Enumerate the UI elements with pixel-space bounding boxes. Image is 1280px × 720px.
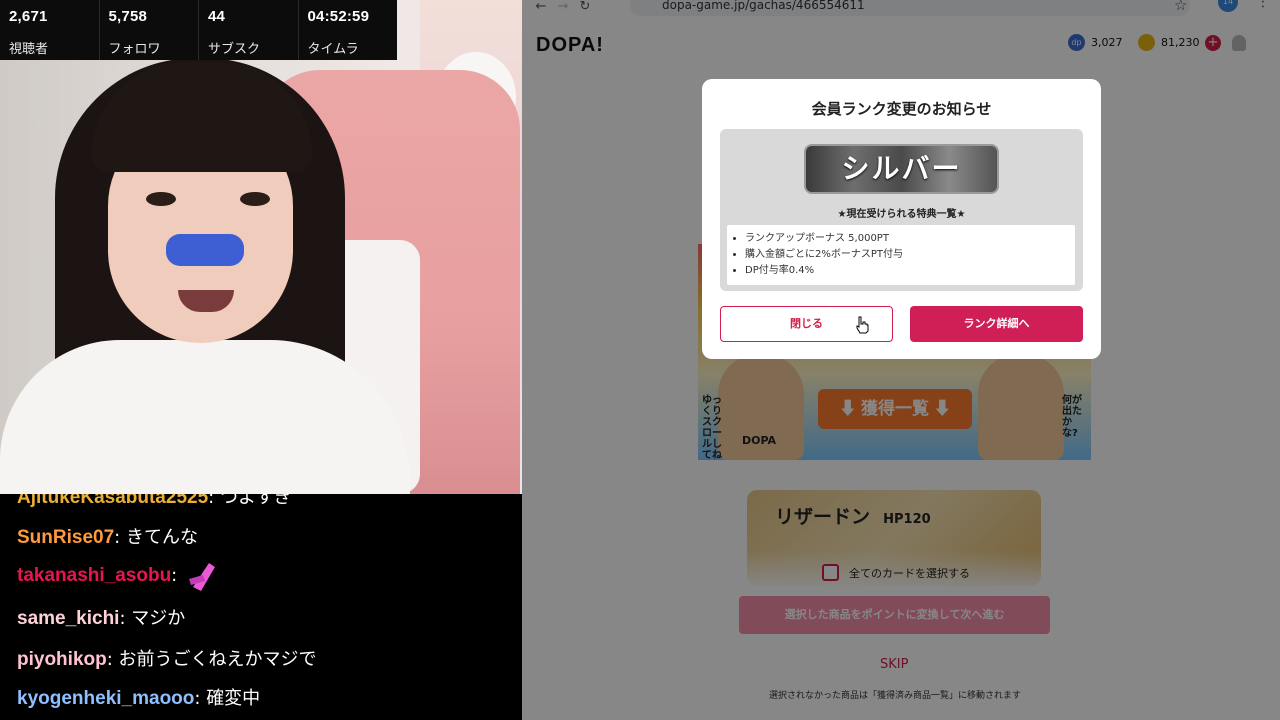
modal-title: 会員ランク変更のお知らせ	[811, 100, 992, 118]
stream-stats-bar: 2,671 視聴者 5,758 フォロワ 44 サブスク 04:52:59 タイ…	[0, 0, 397, 60]
chat-username: takanashi_asobu	[17, 565, 172, 586]
stat-viewers: 2,671 視聴者	[0, 0, 100, 60]
chat-username: same_kichi	[17, 608, 120, 629]
rank-detail-button[interactable]: ランク詳細へ	[910, 306, 1083, 342]
streamer-eye-right	[240, 192, 270, 206]
chat-message: SunRise07: きてんな	[17, 527, 198, 548]
stat-label: 視聴者	[9, 42, 49, 57]
rank-badge: シルバー	[804, 144, 999, 194]
chat-username: SunRise07	[17, 527, 115, 548]
stat-followers: 5,758 フォロワ	[100, 0, 199, 60]
chat-message: piyohikop: お前うごくねえかマジで	[17, 649, 317, 670]
perk-item: DP付与率0.4%	[745, 263, 1075, 279]
chat-text: きてんな	[125, 527, 198, 548]
chat-text: お前うごくねえかマジで	[118, 649, 317, 670]
chat-text: つよすぎ	[219, 494, 292, 508]
stream-screen: 2,671 視聴者 5,758 フォロワ 44 サブスク 04:52:59 タイ…	[0, 0, 1280, 720]
stat-value: 04:52:59	[307, 8, 370, 25]
chat-message: takanashi_asobu:	[17, 557, 221, 595]
rank-panel: シルバー ★現在受けられる特典一覧★ ランクアップボーナス 5,000PT 購入…	[720, 129, 1083, 291]
hand-cursor-icon	[856, 316, 869, 334]
perk-item: ランクアップボーナス 5,000PT	[745, 231, 1075, 247]
nose-sticker	[166, 234, 244, 266]
rank-change-modal: 会員ランク変更のお知らせ シルバー ★現在受けられる特典一覧★ ランクアップボー…	[702, 79, 1101, 359]
stat-value: 5,758	[108, 8, 148, 25]
stat-label: サブスク	[208, 42, 261, 57]
stat-subs: 44 サブスク	[199, 0, 299, 60]
streamer-shirt	[0, 340, 410, 494]
chat-message: AjitukeKasabuta2525: つよすぎ	[17, 494, 292, 509]
stat-value: 2,671	[9, 8, 48, 25]
stat-uptime: 04:52:59 タイムラ	[299, 0, 398, 60]
chat-message: same_kichi: マジか	[17, 608, 186, 629]
webcam-feed	[0, 0, 522, 494]
perks-heading: ★現在受けられる特典一覧★	[837, 209, 966, 220]
chat-overlay: AjitukeKasabuta2525: つよすぎ SunRise07: きてん…	[0, 494, 522, 720]
perks-list: ランクアップボーナス 5,000PT 購入金額ごとに2%ボーナスPT付与 DP付…	[727, 225, 1075, 285]
stat-label: フォロワ	[108, 42, 161, 57]
streamer-eye-left	[146, 192, 176, 206]
chat-text: マジか	[131, 608, 186, 629]
chat-message: kyogenheki_maooo: 確変中	[17, 688, 261, 709]
stat-label: タイムラ	[307, 42, 359, 57]
chat-username: AjitukeKasabuta2525	[17, 494, 209, 508]
stat-value: 44	[208, 8, 226, 25]
browser-window: ← → ↻ dopa-game.jp/gachas/466554611 ☆ 14…	[522, 0, 1280, 720]
chat-username: piyohikop	[17, 649, 107, 670]
chat-text: 確変中	[206, 688, 261, 709]
chat-username: kyogenheki_maooo	[17, 688, 195, 709]
emote-icon	[188, 563, 215, 591]
perk-item: 購入金額ごとに2%ボーナスPT付与	[745, 247, 1075, 263]
